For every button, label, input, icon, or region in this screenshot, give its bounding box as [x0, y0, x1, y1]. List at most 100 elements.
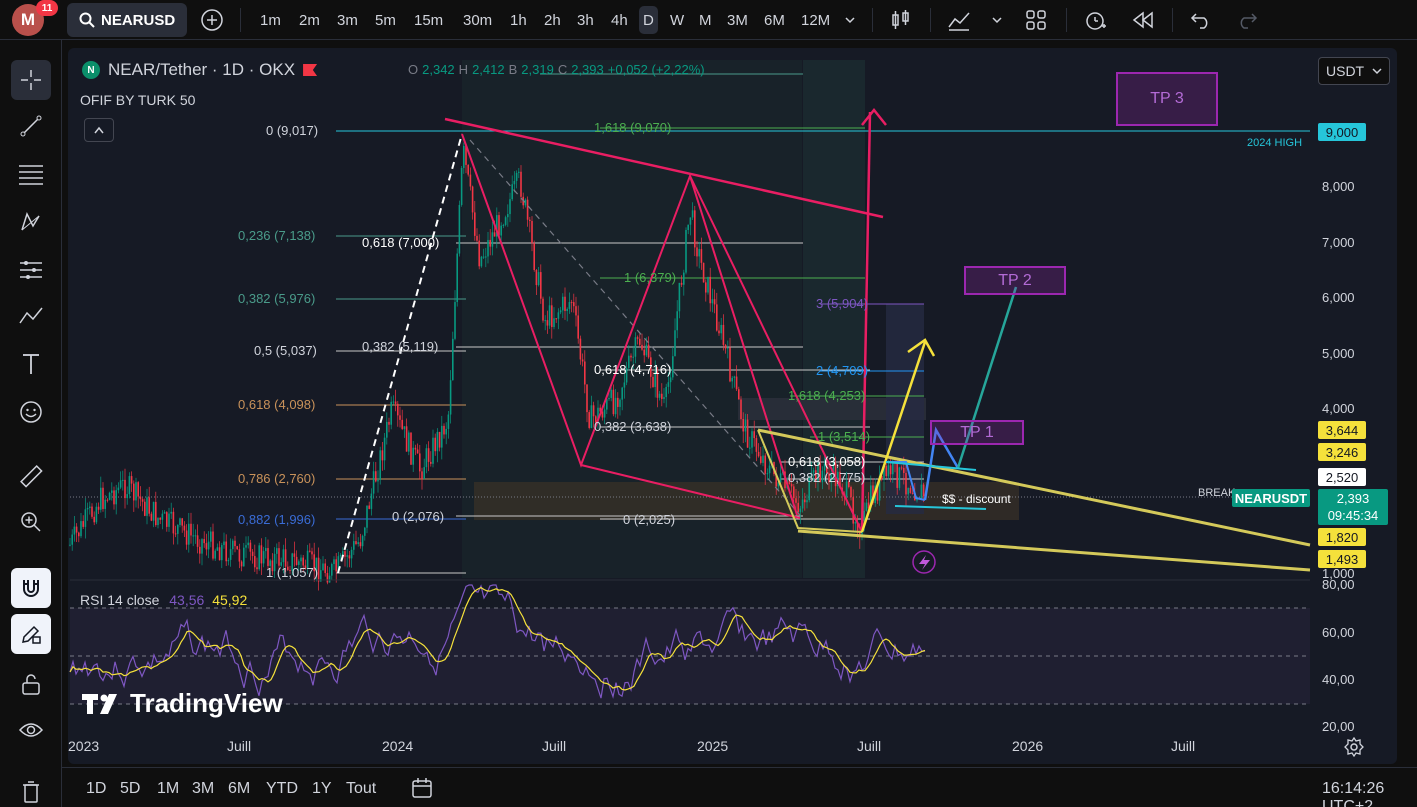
candle-body [170, 511, 172, 514]
range-6m[interactable]: 6M [228, 780, 250, 798]
candle-body [421, 471, 423, 480]
legend-title[interactable]: NEAR/Tether · 1D · OKX [108, 60, 295, 80]
candle-body [537, 272, 540, 286]
candle-body [245, 545, 247, 548]
candle-body [144, 501, 146, 516]
candle-body [388, 421, 390, 425]
candle-body [764, 455, 766, 474]
tp3-box[interactable]: TP 3 [1116, 72, 1218, 126]
goto-date-button[interactable] [410, 776, 434, 805]
indicator-name[interactable]: OFIF BY TURK 50 [80, 92, 195, 108]
candle-body [203, 539, 205, 544]
price-axis-label: 5,000 [1322, 346, 1355, 361]
candle-body [700, 249, 703, 263]
candle-body [364, 527, 366, 536]
range-1m[interactable]: 1M [157, 780, 179, 798]
candle-body [806, 500, 808, 503]
candle-body [795, 498, 797, 503]
candle-body [713, 299, 716, 305]
candle-body [738, 389, 740, 400]
candle-body [753, 431, 755, 439]
candle-body [900, 467, 903, 469]
candle-body [903, 467, 905, 473]
clock[interactable]: 16:14:26 UTC+2 [1322, 780, 1417, 807]
candle-body [157, 517, 159, 526]
candle-body [716, 304, 718, 331]
candle-body [172, 511, 175, 534]
rsi-label[interactable]: RSI 14 close 43,56 45,92 [80, 592, 247, 608]
settings-button[interactable] [1344, 736, 1364, 762]
candle-body [658, 393, 661, 398]
tp2-box[interactable]: TP 2 [964, 266, 1066, 295]
tp1-box[interactable]: TP 1 [930, 420, 1024, 445]
range-5d[interactable]: 5D [120, 780, 140, 798]
candle-body [674, 330, 676, 357]
candle-body [278, 548, 280, 566]
candle-body [113, 490, 115, 505]
candle-body [410, 432, 412, 465]
candle-body [344, 551, 346, 557]
bottom-toolbar: 1D 5D 1M 3M 6M YTD 1Y Tout 16:14:26 UTC+2 [62, 767, 1417, 807]
candle-body [507, 214, 509, 218]
candle-body [579, 338, 582, 360]
candle-body [383, 437, 386, 461]
symbol-price-tag: NEARUSDT [1232, 489, 1310, 507]
candle-body [282, 549, 285, 563]
candle-body [551, 305, 553, 328]
candle-body [454, 302, 456, 339]
candle-body [185, 530, 188, 545]
candle-body [909, 487, 912, 493]
candle-body [234, 540, 236, 547]
candle-body [322, 563, 324, 571]
time-axis-label: Juill [542, 738, 567, 754]
candle-body [126, 494, 128, 499]
candle-body [232, 540, 234, 550]
near-logo-icon: N [82, 61, 100, 79]
candle-body [427, 448, 430, 462]
candle-body [474, 212, 476, 236]
candle-body [443, 425, 445, 435]
candle-body [766, 473, 769, 475]
candle-body [729, 347, 731, 382]
candle-body [326, 573, 329, 583]
candle-body [223, 541, 225, 546]
range-tout[interactable]: Tout [346, 780, 376, 798]
candle-body [500, 225, 502, 236]
candle-body [78, 532, 80, 537]
candle-body [359, 542, 362, 547]
candle-body [694, 210, 696, 248]
candle-body [529, 219, 531, 221]
flag-icon[interactable] [303, 64, 318, 76]
candle-body [227, 559, 230, 562]
range-1y[interactable]: 1Y [312, 780, 332, 798]
fib-label: 0,618 (4,098) [238, 397, 316, 412]
candle-body [295, 556, 298, 565]
candle-body [456, 253, 458, 303]
candle-body [617, 397, 619, 407]
candle-body [705, 282, 707, 293]
time-axis-label: 2023 [68, 738, 100, 754]
range-ytd[interactable]: YTD [266, 780, 298, 798]
candle-body [469, 174, 472, 187]
candle-body [100, 487, 102, 510]
candle-body [350, 549, 353, 559]
candle-body [71, 534, 73, 545]
range-3m[interactable]: 3M [192, 780, 214, 798]
candle-body [639, 338, 641, 345]
candle-body [370, 493, 373, 509]
candle-body [887, 465, 890, 477]
candle-body [696, 247, 698, 257]
candle-body [201, 539, 203, 554]
candle-body [161, 513, 164, 520]
time-axis-label: Juill [227, 738, 252, 754]
candle-body [199, 546, 201, 554]
currency-select[interactable]: USDT [1318, 57, 1390, 85]
collapse-legend-button[interactable] [84, 118, 114, 142]
candle-body [102, 487, 104, 509]
price-tag: 1,820 [1318, 528, 1366, 546]
candle-body [97, 506, 100, 510]
candle-body [513, 180, 516, 185]
candle-body [361, 535, 364, 547]
range-1d[interactable]: 1D [86, 780, 106, 798]
candle-body [394, 401, 397, 404]
